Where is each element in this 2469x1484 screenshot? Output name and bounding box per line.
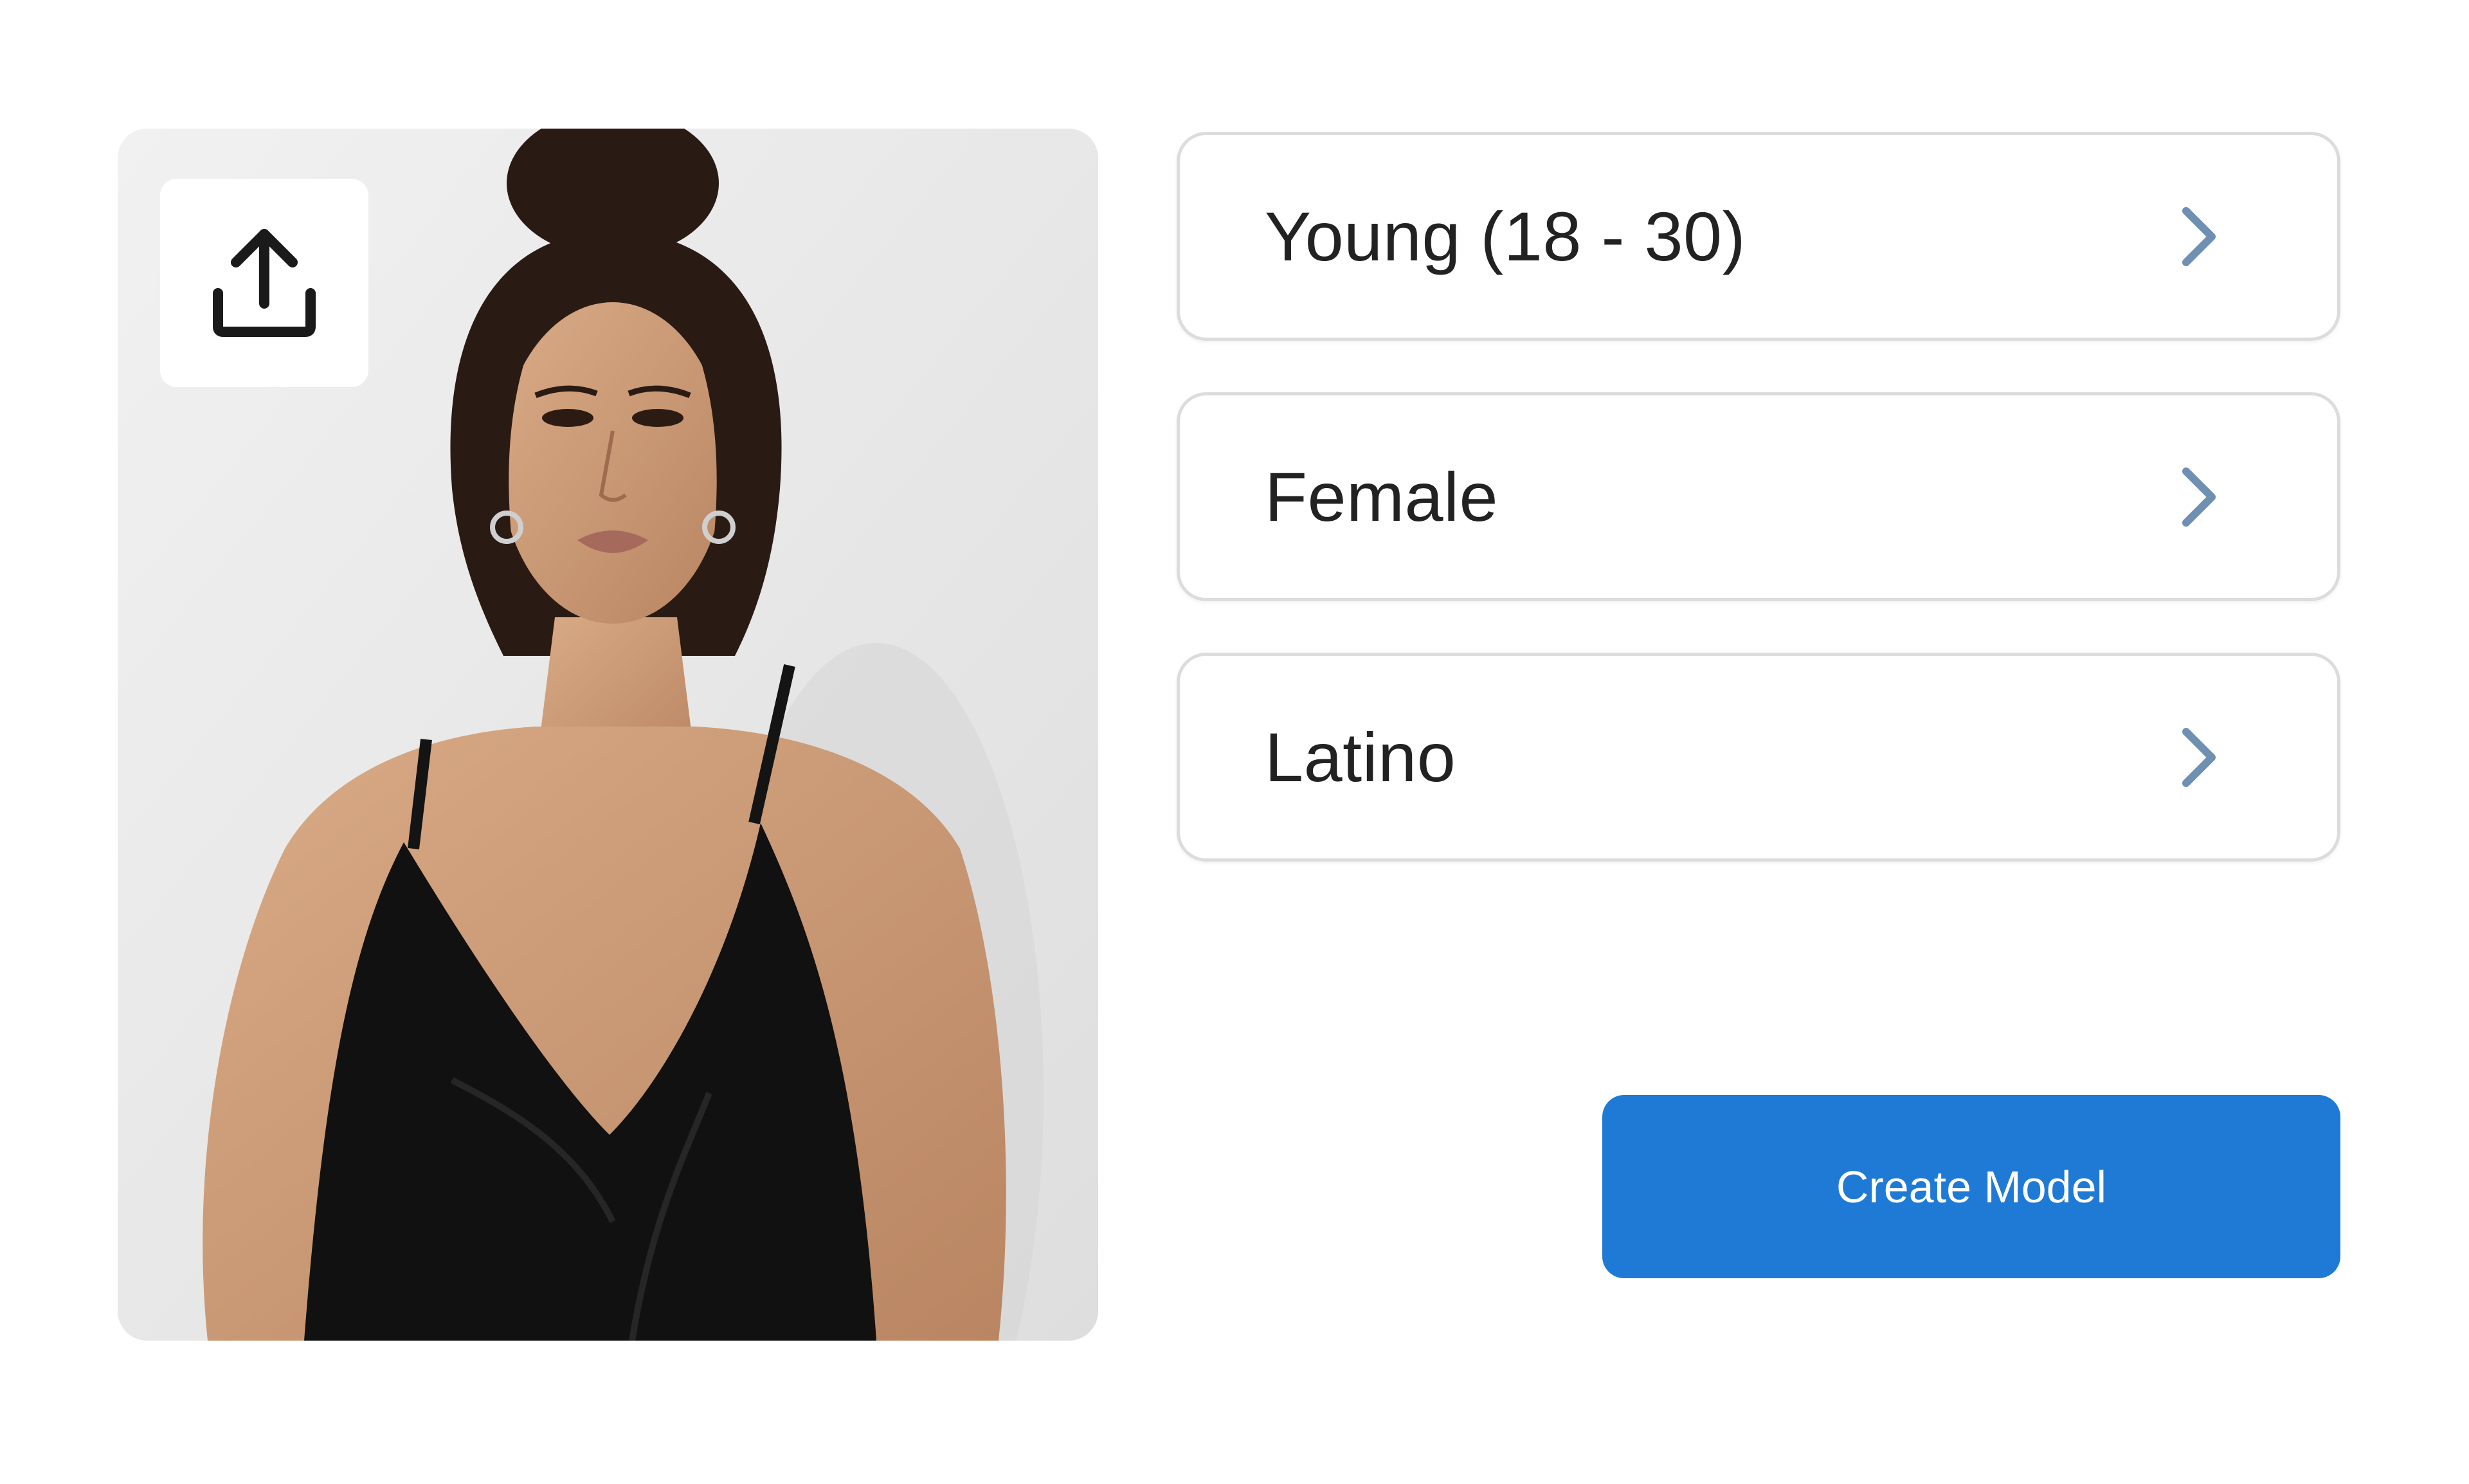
age-value: Young (18 - 30) [1265,197,1746,275]
create-model-button[interactable]: Create Model [1602,1095,2340,1278]
upload-icon [213,229,316,337]
ethnicity-selector[interactable]: Latino [1177,653,2340,862]
age-selector[interactable]: Young (18 - 30) [1177,132,2340,341]
upload-button[interactable] [160,179,368,387]
model-photo-card [118,129,1098,1341]
gender-value: Female [1265,458,1499,536]
chevron-right-icon [2176,722,2221,793]
model-creator: Young (18 - 30) Female Latino Create Mod… [0,0,2469,1484]
model-attributes: Young (18 - 30) Female Latino [1177,132,2340,913]
chevron-right-icon [2176,201,2221,272]
gender-selector[interactable]: Female [1177,392,2340,601]
ethnicity-value: Latino [1265,718,1456,796]
chevron-right-icon [2176,462,2221,532]
